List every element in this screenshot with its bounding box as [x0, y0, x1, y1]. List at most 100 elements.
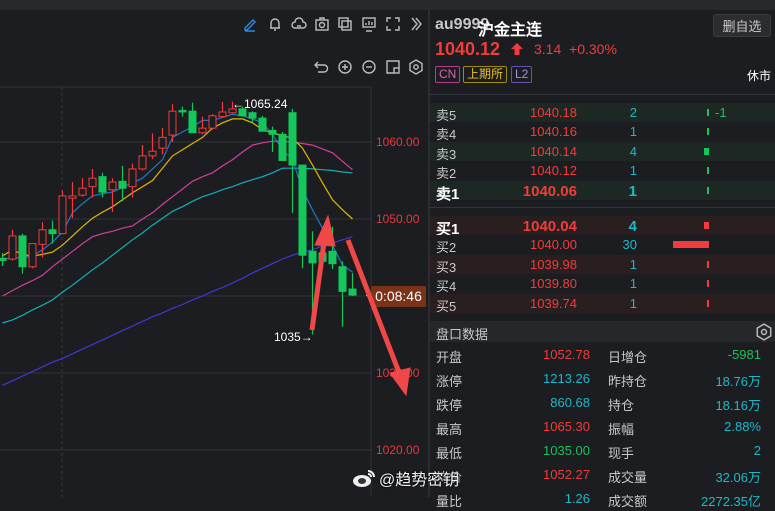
stat-label: 现手 [608, 446, 635, 461]
tag-l2: L2 [511, 66, 533, 83]
stat-label: 跌停 [436, 398, 463, 413]
divider [430, 207, 775, 208]
stat-label: 成交额 [608, 494, 648, 509]
annotation-layer [309, 214, 411, 397]
up-arrow-annotation [309, 214, 336, 331]
last-price: 1040.12 [435, 39, 501, 59]
stat-label: 成交量 [608, 470, 648, 485]
tag-cn: CN [435, 66, 461, 83]
bid-row[interactable]: 买1 1040.04 4 [430, 216, 775, 238]
level-label: 买5 [436, 298, 457, 314]
stats-row: 跌停 860.68 持仓 18.16万 [430, 391, 775, 415]
bid-row[interactable]: 买5 1039.74 1 [430, 293, 775, 314]
stat-label: 日增仓 [608, 350, 648, 365]
volume-bar [707, 128, 709, 136]
stat-value: 2 [753, 443, 761, 458]
stats-row: 最高 1065.30 振幅 2.88% [430, 415, 775, 439]
market-status: 休市 [746, 69, 771, 83]
stat-value: 18.76万 [715, 374, 761, 389]
level-volume: 1 [629, 295, 637, 311]
level-price: 1040.12 [530, 163, 577, 179]
level-price: 1040.18 [530, 105, 577, 120]
price-change: 3.14 +0.30% [534, 41, 617, 57]
volume-delta: -1 [715, 105, 727, 120]
stat-value: 2272.35亿 [701, 494, 761, 509]
stat-value: 32.06万 [715, 470, 761, 485]
up-arrow-icon [511, 43, 523, 55]
stat-label: 开盘 [436, 350, 463, 365]
ask-row[interactable]: 卖4 1040.16 1 [430, 122, 775, 143]
stat-label: 振幅 [608, 422, 635, 437]
stat-value: 1052.78 [543, 347, 590, 362]
ask-row[interactable]: 卖3 1040.14 4 [430, 141, 775, 162]
stat-label: 量比 [436, 494, 463, 509]
change-percent: +0.30% [569, 41, 617, 57]
stats-row: 量比 1.26 成交额 2272.35亿 [430, 487, 775, 511]
volume-bar [707, 260, 709, 268]
level-volume: 1 [629, 124, 637, 140]
stat-value: 1.26 [564, 491, 590, 506]
stat-value: 1052.27 [543, 467, 590, 482]
tag-exchange: 上期所 [463, 66, 508, 83]
stat-value: 1213.26 [543, 371, 590, 386]
stat-label: 最低 [436, 446, 463, 461]
level-label: 卖2 [436, 166, 457, 182]
weibo-logo-icon [353, 470, 375, 487]
level-label: 买2 [436, 240, 457, 256]
volume-bar [707, 299, 709, 307]
volume-bar [707, 109, 709, 116]
symbol-name: 沪金主连 [478, 22, 543, 39]
volume-bar [704, 147, 709, 155]
volume-bar [707, 167, 709, 175]
down-arrow-annotation [345, 239, 411, 397]
stat-label: 昨持仓 [608, 374, 648, 389]
volume-bar [707, 280, 709, 288]
volume-bar [707, 186, 709, 194]
level-volume: 1 [628, 182, 637, 200]
stats-row: 开盘 1052.78 日增仓 -5981 [430, 343, 775, 367]
level-price: 1040.00 [530, 237, 577, 253]
watermark: @趋势密钥 [352, 466, 459, 490]
stat-value: 18.16万 [715, 398, 761, 413]
level-price: 1039.98 [530, 256, 577, 272]
stat-label: 涨停 [436, 374, 463, 389]
bid-row[interactable]: 买4 1039.80 1 [430, 274, 775, 295]
remove-watchlist-button[interactable]: 删自选 [713, 14, 771, 37]
stat-value: -5981 [727, 347, 761, 362]
stats-row: 涨停 1213.26 昨持仓 18.76万 [430, 367, 775, 391]
level-label: 卖5 [436, 108, 457, 123]
level-volume: 1 [629, 256, 637, 272]
level-volume: 4 [628, 218, 637, 235]
level-label: 卖3 [436, 146, 457, 162]
section-header: 盘口数据 [430, 321, 775, 342]
level-label: 买4 [436, 279, 457, 295]
level-volume: 1 [629, 276, 637, 292]
volume-bar [673, 241, 709, 249]
stat-value: 2.88% [724, 419, 761, 434]
bid-row[interactable]: 买3 1039.98 1 [430, 254, 775, 275]
stat-label: 最高 [436, 422, 463, 437]
stat-value: 1035.00 [543, 443, 590, 458]
stat-value: 860.68 [550, 395, 590, 410]
level-label: 卖4 [436, 127, 457, 143]
ask-row[interactable]: 卖5 1040.18 2 -1 [430, 103, 775, 123]
ask-row[interactable]: 卖2 1040.12 1 [430, 161, 775, 182]
level-label: 卖1 [436, 185, 460, 203]
level-volume: 4 [629, 143, 637, 159]
change-value: 3.14 [534, 41, 562, 57]
level-price: 1039.80 [530, 276, 577, 292]
stat-label: 持仓 [608, 398, 635, 413]
quote-panel: au9999 沪金主连 删自选 1040.12 3.14 +0.30% CN 上… [430, 10, 775, 509]
stat-value: 1065.30 [543, 419, 590, 434]
level-price: 1040.04 [522, 218, 577, 235]
stats-row: 最低 1035.00 现手 2 [430, 439, 775, 463]
settings-icon[interactable] [755, 323, 773, 341]
volume-bar [704, 222, 709, 229]
divider [430, 94, 775, 95]
watermark-text: @趋势密钥 [379, 472, 460, 489]
level-price: 1039.74 [530, 295, 577, 311]
level-volume: 2 [629, 105, 637, 120]
level-volume: 1 [629, 163, 637, 179]
ask-row[interactable]: 卖1 1040.06 1 [430, 180, 775, 203]
bid-row[interactable]: 买2 1040.00 30 [430, 235, 775, 256]
